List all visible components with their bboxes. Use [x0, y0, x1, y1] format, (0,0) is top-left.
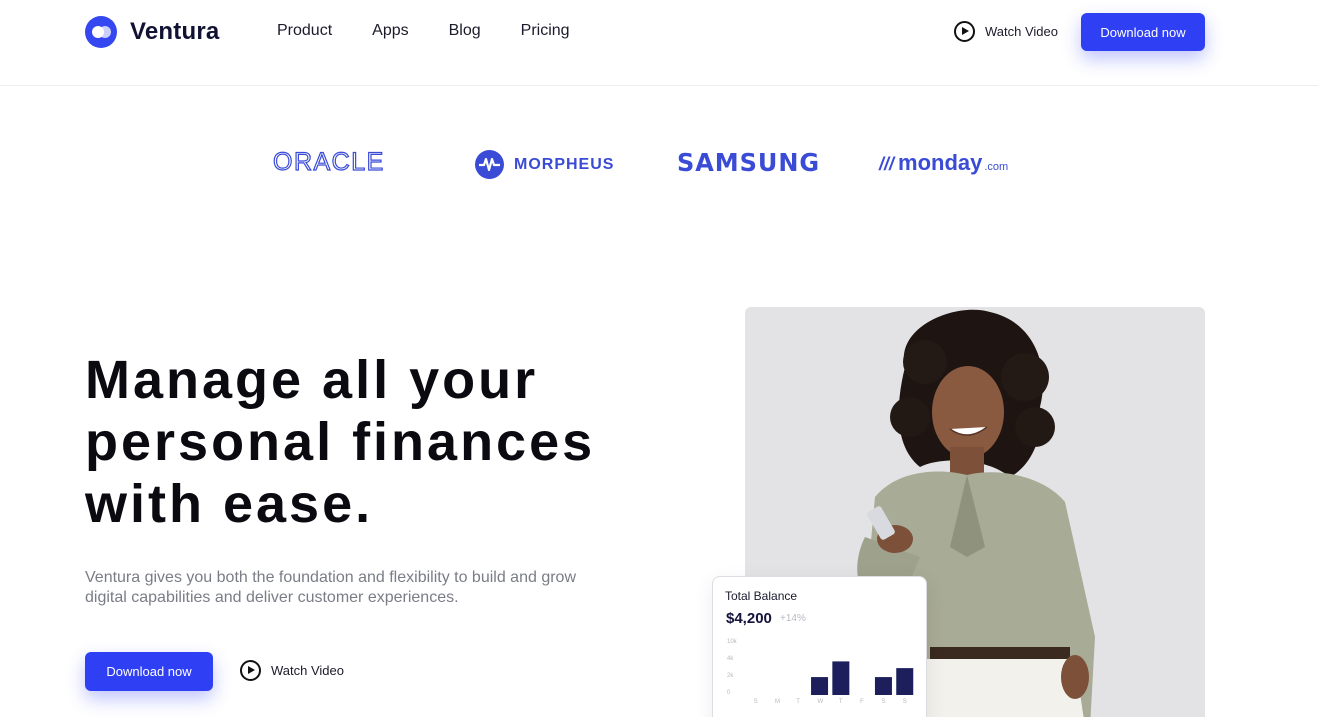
nav-item-blog[interactable]: Blog	[449, 22, 481, 40]
header-watch-video-label: Watch Video	[985, 24, 1058, 39]
main-nav: Product Apps Blog Pricing	[277, 22, 570, 40]
hero-watch-video-label: Watch Video	[271, 663, 344, 678]
morpheus-pulse-icon	[475, 150, 504, 179]
chart-bar	[896, 668, 914, 695]
x-tick-label: S	[754, 699, 758, 705]
hero-subtitle: Ventura gives you both the foundation an…	[85, 568, 665, 608]
y-tick-label: 4k	[727, 656, 734, 662]
x-tick-label: T	[796, 699, 800, 705]
x-tick-label: S	[881, 699, 885, 705]
monday-suffix: .com	[984, 161, 1009, 173]
hero-title-line: personal finances	[85, 412, 596, 472]
balance-bar-chart: 10k 4k 2k 0 S M T W T F S S	[727, 639, 914, 705]
hero-subtitle-line: digital capabilities and deliver custome…	[85, 589, 459, 606]
x-tick-label: F	[860, 699, 864, 705]
hero-download-button[interactable]: Download now	[85, 652, 213, 691]
nav-item-product[interactable]: Product	[277, 22, 332, 40]
header-download-button[interactable]: Download now	[1081, 13, 1205, 51]
chart-bar	[832, 661, 850, 695]
hero-title-line: with ease.	[85, 474, 374, 534]
brand-logo[interactable]: Ventura	[85, 16, 219, 48]
brand-mark-icon	[85, 16, 117, 48]
y-tick-label: 2k	[727, 673, 734, 679]
monday-mark-icon: ///	[879, 154, 895, 174]
brand-name: Ventura	[130, 18, 220, 45]
balance-change: +14%	[780, 613, 806, 624]
nav-item-pricing[interactable]: Pricing	[521, 22, 570, 40]
x-tick-label: S	[903, 699, 907, 705]
x-tick-label: W	[818, 699, 824, 705]
total-balance-card: Total Balance $4,200 +14% 10k 4k 2k 0 S M T W T F…	[712, 576, 927, 717]
y-tick-label: 10k	[727, 639, 738, 645]
play-circle-icon	[954, 21, 975, 42]
nav-item-apps[interactable]: Apps	[372, 22, 408, 40]
morpheus-logo: MORPHEUS	[475, 150, 614, 179]
header-watch-video-link[interactable]: Watch Video	[954, 21, 1058, 42]
monday-wordmark: monday	[898, 150, 983, 175]
hero-watch-video-link[interactable]: Watch Video	[240, 660, 344, 681]
y-tick-label: 0	[727, 690, 731, 696]
hero-subtitle-line: Ventura gives you both the foundation an…	[85, 569, 576, 586]
balance-title: Total Balance	[725, 589, 798, 603]
chart-bar	[874, 677, 892, 695]
hero-title-line: Manage all your	[85, 350, 539, 410]
samsung-logo: SAMSUNG	[677, 148, 821, 177]
morpheus-wordmark: MORPHEUS	[514, 155, 615, 173]
top-header: Ventura Product Apps Blog Pricing Watch …	[0, 0, 1318, 86]
balance-amount: $4,200	[726, 610, 772, 627]
x-tick-label: T	[839, 699, 843, 705]
hero-title: Manage all your personal finances with e…	[85, 349, 685, 535]
play-circle-icon	[240, 660, 261, 681]
monday-logo: /// monday .com	[879, 150, 1008, 176]
x-tick-label: M	[775, 699, 780, 705]
chart-bar	[811, 677, 829, 695]
oracle-logo: ORACLE	[272, 147, 385, 176]
